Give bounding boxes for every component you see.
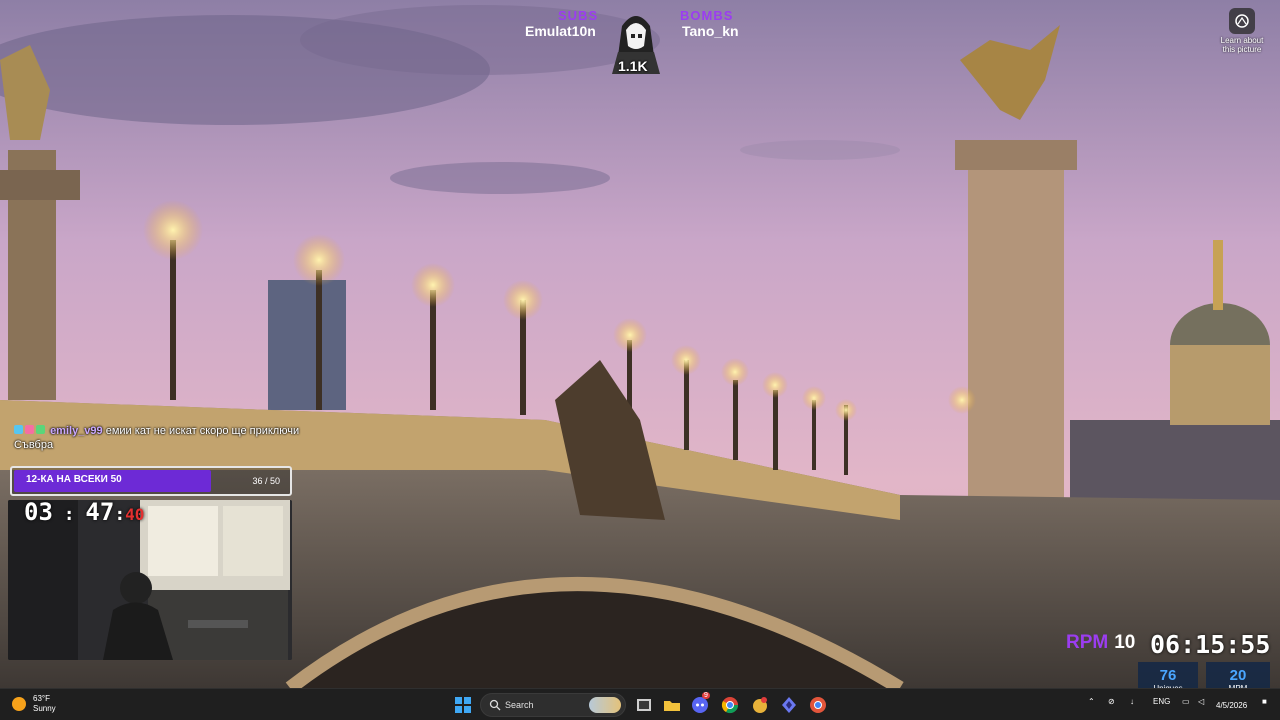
timer-seconds: 40 (125, 505, 145, 524)
discord-icon[interactable]: 9 (690, 692, 710, 715)
rpm-display: RPM 10 (1066, 632, 1135, 654)
rpm-label: RPM (1066, 632, 1109, 653)
notification-icon[interactable]: ■ (1262, 697, 1267, 706)
badge-icon (14, 425, 23, 435)
stream-clock: 06:15:55 (1150, 630, 1271, 659)
taskbar-search[interactable]: Search (480, 693, 626, 717)
language-indicator[interactable]: ENG (1153, 697, 1170, 706)
session-timer: 03 : 47:40 (24, 498, 145, 526)
taskbar: 63°F Sunny Search 9 ⌃ ⊘ ↓ ENG ▭ ◁ 4/5/20… (0, 688, 1280, 720)
timer-hours: 03 (24, 498, 53, 526)
uniques-value: 76 (1159, 667, 1177, 684)
search-icon (489, 699, 501, 711)
windows-start-icon[interactable] (455, 697, 471, 713)
chrome-icon[interactable] (720, 695, 740, 715)
badge-icon (25, 425, 34, 435)
speaker-icon[interactable]: ◁ (1198, 697, 1204, 706)
chat-username: emily_v99 (50, 425, 103, 437)
tray-chevron-icon[interactable]: ⌃ (1088, 697, 1095, 706)
bombs-label: BOMBS (680, 8, 734, 23)
download-icon[interactable]: ↓ (1130, 697, 1134, 706)
edge-app-icon[interactable] (779, 695, 799, 715)
sun-icon (12, 697, 26, 711)
chrome-beta-icon[interactable] (808, 695, 828, 715)
search-placeholder: Search (505, 700, 534, 710)
learn-about-picture-label: Learn about this picture (1220, 36, 1264, 54)
goal-progress-bar: 12-КА НА ВСЕКИ 50 36 / 50 (10, 466, 292, 496)
wifi-icon[interactable]: ▭ (1182, 697, 1190, 706)
mpm-value: 20 (1229, 667, 1247, 684)
camera-lens-icon[interactable] (1229, 8, 1255, 34)
search-highlight-icon (589, 697, 621, 713)
mascot-count: 1.1K (618, 58, 648, 74)
bombs-name: Tano_kn (682, 23, 739, 39)
subs-label: SUBS (558, 8, 599, 23)
taskbar-date[interactable]: 4/5/2026 (1216, 701, 1247, 710)
discord-badge: 9 (702, 692, 710, 699)
task-view-icon[interactable] (634, 695, 654, 715)
subs-name: Emulat10n (525, 23, 596, 39)
goal-label: 12-КА НА ВСЕКИ 50 (26, 474, 122, 485)
timer-minutes: 47 (85, 498, 115, 526)
learn-about-picture[interactable]: Learn about this picture (1216, 8, 1268, 54)
file-explorer-icon[interactable] (662, 695, 682, 715)
weather-temp: 63°F (33, 694, 50, 703)
chat-badges (14, 424, 47, 438)
goal-count: 36 / 50 (252, 476, 280, 486)
chat-overlay: emily_v99 емии кат не искат скоро ще при… (14, 424, 324, 452)
rpm-value: 10 (1114, 632, 1136, 653)
network-off-icon[interactable]: ⊘ (1108, 697, 1115, 706)
app-icon[interactable] (750, 695, 770, 715)
weather-widget[interactable]: 63°F Sunny (12, 694, 56, 714)
stream-top-overlay: SUBS Emulat10n 1.1K BOMBS Tano_kn (520, 6, 760, 74)
weather-condition: Sunny (33, 704, 56, 713)
badge-icon (36, 425, 45, 435)
